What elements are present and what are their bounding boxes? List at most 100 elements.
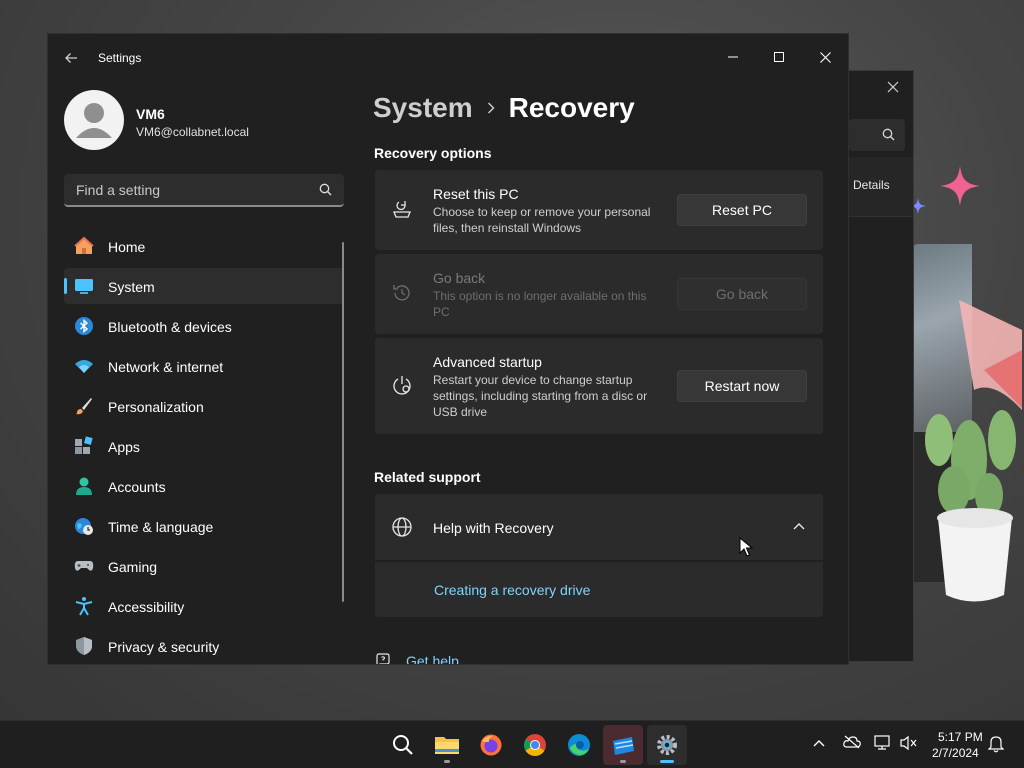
taskbar-app[interactable] <box>603 725 643 765</box>
window-title: Settings <box>98 51 142 65</box>
taskbar-search-button[interactable] <box>383 725 423 765</box>
taskbar-settings[interactable] <box>647 725 687 765</box>
mouse-cursor-icon <box>739 537 753 557</box>
sidebar-item-label: Home <box>108 239 146 255</box>
breadcrumb-parent[interactable]: System <box>373 92 473 124</box>
sidebar-item-label: System <box>108 279 155 295</box>
help-with-recovery-content: Creating a recovery drive <box>375 562 823 617</box>
page-title: Recovery <box>508 92 635 123</box>
profile-email: VM6@collabnet.local <box>136 125 249 139</box>
cactus-illustration <box>925 300 1022 602</box>
search-icon <box>882 128 895 141</box>
clock-time[interactable]: 5:17 PM <box>938 730 983 744</box>
app-icon <box>613 737 634 755</box>
sidebar-item-label: Network & internet <box>108 359 224 375</box>
sidebar-item-label: Time & language <box>108 519 214 535</box>
minimize-icon <box>728 56 738 58</box>
help-with-recovery-expander[interactable]: Help with Recovery <box>375 494 823 560</box>
onedrive-offline-icon[interactable] <box>843 735 861 749</box>
wifi-icon <box>75 360 93 373</box>
sidebar-item-system[interactable]: System <box>64 268 344 304</box>
chevron-up-icon[interactable] <box>813 739 825 747</box>
restart-now-button[interactable]: Restart now <box>677 370 807 402</box>
recovery-drive-link[interactable]: Creating a recovery drive <box>434 582 590 598</box>
card-description: Choose to keep or remove your personal f… <box>433 205 651 235</box>
close-button[interactable] <box>802 42 848 72</box>
sidebar-item-accessibility[interactable]: Accessibility <box>64 588 344 624</box>
related-support-heading: Related support <box>374 469 481 485</box>
search-icon <box>319 183 332 196</box>
sidebar-item-home[interactable]: Home <box>64 228 344 264</box>
file-explorer-icon <box>435 737 459 754</box>
chrome-icon <box>524 734 546 756</box>
globe-clock-icon <box>75 518 93 535</box>
get-help-label: Get help <box>406 653 459 665</box>
sidebar-item-apps[interactable]: Apps <box>64 428 344 464</box>
brush-icon <box>76 398 92 415</box>
sidebar-item-label: Accessibility <box>108 599 185 615</box>
go-back-button[interactable]: Go back <box>677 278 807 310</box>
recovery-options-heading: Recovery options <box>374 145 492 161</box>
sidebar-item-label: Accounts <box>108 479 166 495</box>
accounts-icon <box>76 477 92 495</box>
help-chat-icon <box>376 653 390 664</box>
title-bar: Settings <box>48 34 848 82</box>
settings-icon <box>657 735 677 755</box>
home-icon <box>74 236 94 254</box>
profile-name: VM6 <box>136 106 165 122</box>
notification-bell-icon[interactable] <box>988 735 1004 753</box>
sidebar-item-gaming[interactable]: Gaming <box>64 548 344 584</box>
card-title: Advanced startup <box>433 354 542 370</box>
settings-window: Settings VM6 VM6@collabnet.local Find a … <box>47 33 849 665</box>
go-back-card: Go back This option is no longer availab… <box>375 254 823 334</box>
network-icon[interactable] <box>874 735 892 751</box>
sidebar-item-label: Bluetooth & devices <box>108 319 232 335</box>
card-description: Restart your device to change startup se… <box>433 373 648 419</box>
advanced-startup-card: Advanced startup Restart your device to … <box>375 338 823 434</box>
search-input[interactable] <box>64 174 309 205</box>
sidebar-item-bluetooth[interactable]: Bluetooth & devices <box>64 308 344 344</box>
volume-muted-icon[interactable] <box>900 735 918 751</box>
clock-date[interactable]: 2/7/2024 <box>932 746 979 760</box>
sparkle-icon <box>940 166 980 206</box>
sidebar-item-time-language[interactable]: Time & language <box>64 508 344 544</box>
globe-icon <box>392 517 412 537</box>
gamepad-icon <box>74 561 94 571</box>
reset-pc-icon <box>393 201 411 218</box>
sidebar-item-personalization[interactable]: Personalization <box>64 388 344 424</box>
chevron-up-icon[interactable] <box>793 522 805 530</box>
apps-icon <box>75 436 93 454</box>
taskbar-firefox[interactable] <box>471 725 511 765</box>
taskbar-file-explorer[interactable] <box>427 725 467 765</box>
history-icon <box>393 285 410 301</box>
sidebar-scrollbar[interactable] <box>342 242 344 602</box>
get-help-link[interactable]: Get help <box>374 652 459 665</box>
sidebar-item-label: Personalization <box>108 399 204 415</box>
sidebar-item-accounts[interactable]: Accounts <box>64 468 344 504</box>
details-tab[interactable]: Details <box>853 178 890 192</box>
sidebar-item-label: Apps <box>108 439 140 455</box>
firefox-icon <box>480 734 502 756</box>
edge-icon <box>568 734 590 756</box>
advanced-startup-icon <box>393 376 411 395</box>
avatar[interactable] <box>64 90 124 150</box>
background-window-search[interactable] <box>849 119 905 151</box>
search-icon <box>393 735 413 755</box>
close-icon[interactable] <box>887 81 899 93</box>
taskbar-edge[interactable] <box>559 725 599 765</box>
help-title: Help with Recovery <box>433 520 554 536</box>
reset-pc-card: Reset this PC Choose to keep or remove y… <box>375 170 823 250</box>
card-description: This option is no longer available on th… <box>433 289 647 319</box>
sidebar-item-privacy[interactable]: Privacy & security <box>64 628 344 664</box>
taskbar-chrome[interactable] <box>515 725 555 765</box>
maximize-icon <box>774 52 784 62</box>
sidebar-item-label: Privacy & security <box>108 639 220 655</box>
reset-pc-button[interactable]: Reset PC <box>677 194 807 226</box>
sidebar-item-network[interactable]: Network & internet <box>64 348 344 384</box>
taskbar <box>0 720 1024 768</box>
search-box[interactable] <box>64 174 344 207</box>
sidebar-item-label: Gaming <box>108 559 158 575</box>
maximize-button[interactable] <box>756 42 802 72</box>
back-arrow-icon[interactable] <box>64 51 78 65</box>
minimize-button[interactable] <box>710 42 756 72</box>
